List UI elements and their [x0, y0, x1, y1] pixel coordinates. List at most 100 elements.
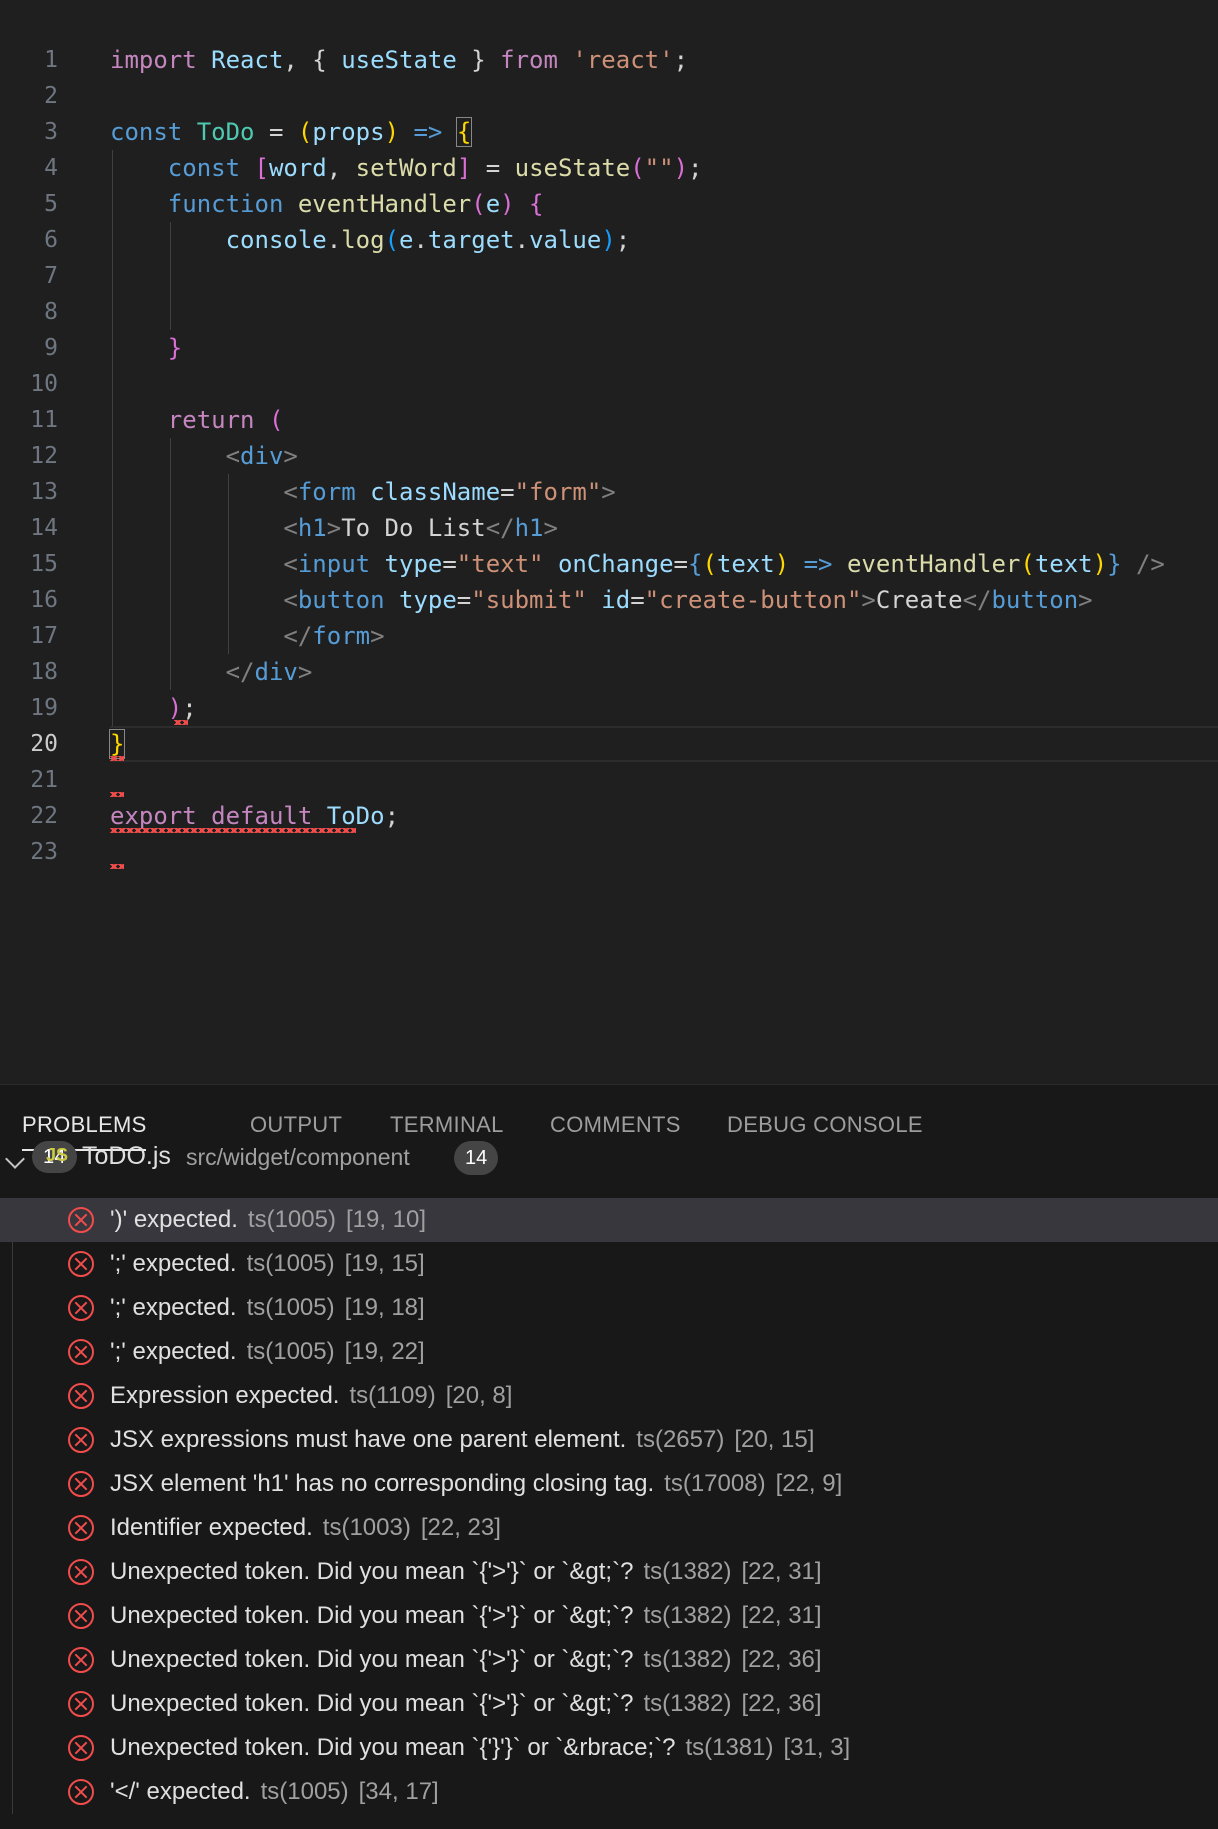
code-line[interactable]: 8 [0, 294, 1218, 330]
code-line[interactable]: 14 <h1>To Do List</h1> [0, 510, 1218, 546]
line-code[interactable]: const ToDo = (props) => { [110, 114, 473, 150]
problem-item[interactable]: ')' expected. ts(1005) [19, 10] [0, 1198, 1218, 1242]
line-number[interactable]: 20 [0, 726, 58, 762]
line-code[interactable]: <input type="text" onChange={(text) => e… [110, 546, 1164, 582]
code-line[interactable]: 5 function eventHandler(e) { [0, 186, 1218, 222]
problem-item[interactable]: Unexpected token. Did you mean `{'}'}` o… [0, 1726, 1218, 1770]
line-code[interactable]: return ( [110, 402, 284, 438]
line-code[interactable]: const [word, setWord] = useState(""); [110, 150, 703, 186]
code-line[interactable]: 9 } [0, 330, 1218, 366]
problem-item[interactable]: Unexpected token. Did you mean `{'>'}` o… [0, 1682, 1218, 1726]
problem-item[interactable]: Unexpected token. Did you mean `{'>'}` o… [0, 1594, 1218, 1638]
line-number[interactable]: 8 [0, 294, 58, 330]
code-token: input [297, 550, 371, 578]
code-line[interactable]: 2 [0, 78, 1218, 114]
code-line[interactable]: 23 [0, 834, 1218, 870]
code-token: const [110, 118, 183, 146]
line-code[interactable]: <button type="submit" id="create-button"… [110, 582, 1093, 618]
line-number[interactable]: 9 [0, 330, 58, 366]
chevron-down-icon[interactable] [5, 1149, 25, 1169]
line-number[interactable]: 1 [0, 42, 58, 78]
code-token: </ [283, 622, 313, 650]
line-number[interactable]: 13 [0, 474, 58, 510]
problem-item[interactable]: ';' expected. ts(1005) [19, 22] [0, 1330, 1218, 1374]
error-circle-icon [68, 1207, 94, 1233]
line-number[interactable]: 4 [0, 150, 58, 186]
problem-item[interactable]: JSX element 'h1' has no corresponding cl… [0, 1462, 1218, 1506]
code-token: e [485, 190, 501, 218]
code-token: word [268, 154, 327, 182]
problem-item[interactable]: ';' expected. ts(1005) [19, 15] [0, 1242, 1218, 1286]
problem-text: Identifier expected. ts(1003) [22, 23] [110, 1506, 501, 1550]
problem-item[interactable]: JSX expressions must have one parent ele… [0, 1418, 1218, 1462]
line-number[interactable]: 23 [0, 834, 58, 870]
code-line[interactable]: 4 const [word, setWord] = useState(""); [0, 150, 1218, 186]
code-line[interactable]: 12 <div> [0, 438, 1218, 474]
code-line[interactable]: 17 </form> [0, 618, 1218, 654]
line-code[interactable]: </div> [110, 654, 313, 690]
code-line[interactable]: 1 import React, { useState } from 'react'… [0, 42, 1218, 78]
line-number[interactable]: 7 [0, 258, 58, 294]
line-number[interactable]: 2 [0, 78, 58, 114]
line-number[interactable]: 18 [0, 654, 58, 690]
problem-item[interactable]: Identifier expected. ts(1003) [22, 23] [0, 1506, 1218, 1550]
code-token: div [254, 658, 298, 686]
code-line[interactable]: 18 </div> [0, 654, 1218, 690]
code-line[interactable]: 13 <form className="form"> [0, 474, 1218, 510]
code-token: } [167, 334, 183, 362]
code-line[interactable]: 16 <button type="submit" id="create-butt… [0, 582, 1218, 618]
problem-item[interactable]: Unexpected token. Did you mean `{'>'}` o… [0, 1550, 1218, 1594]
line-number[interactable]: 10 [0, 366, 58, 402]
line-code[interactable]: } [110, 330, 182, 366]
line-number[interactable]: 17 [0, 618, 58, 654]
problem-item[interactable]: Expression expected. ts(1109) [20, 8] [0, 1374, 1218, 1418]
code-token: h1 [514, 514, 544, 542]
problem-item[interactable]: ';' expected. ts(1005) [19, 18] [0, 1286, 1218, 1330]
code-line[interactable]: 10 [0, 366, 1218, 402]
problems-file-group[interactable]: JS ToDO.js src/widget/component 14 [0, 1140, 1218, 1180]
code-line[interactable]: 6 console.log(e.target.value); [0, 222, 1218, 258]
code-line[interactable]: 20} [0, 726, 1218, 762]
tab-label: PROBLEMS [22, 1112, 147, 1137]
line-code[interactable]: </form> [110, 618, 384, 654]
code-line[interactable]: 21 [0, 762, 1218, 798]
code-line[interactable]: 3 const ToDo = (props) => { [0, 114, 1218, 150]
code-line[interactable]: 15 <input type="text" onChange={(text) =… [0, 546, 1218, 582]
problem-code: ts(1382) [643, 1602, 732, 1629]
line-number[interactable]: 21 [0, 762, 58, 798]
line-number[interactable]: 19 [0, 690, 58, 726]
problem-code: ts(1382) [643, 1690, 732, 1717]
line-code[interactable]: <form className="form"> [110, 474, 615, 510]
problem-text: Unexpected token. Did you mean `{'>'}` o… [110, 1638, 822, 1682]
code-token: default [211, 802, 313, 830]
problem-code: ts(1382) [643, 1646, 732, 1673]
code-token: "create-button" [644, 586, 862, 614]
line-code[interactable]: <div> [110, 438, 298, 474]
line-code[interactable]: console.log(e.target.value); [110, 222, 631, 258]
error-circle-icon [68, 1603, 94, 1629]
code-token: export [110, 802, 197, 830]
line-code[interactable]: import React, { useState } from 'react'; [110, 42, 688, 78]
line-number[interactable]: 5 [0, 186, 58, 222]
line-number[interactable]: 22 [0, 798, 58, 834]
line-number[interactable]: 15 [0, 546, 58, 582]
problem-message: Expression expected. [110, 1382, 340, 1409]
code-editor[interactable]: 1 import React, { useState } from 'react'… [0, 0, 1218, 1084]
line-number[interactable]: 3 [0, 114, 58, 150]
line-number[interactable]: 16 [0, 582, 58, 618]
line-number[interactable]: 11 [0, 402, 58, 438]
problem-item[interactable]: Unexpected token. Did you mean `{'>'}` o… [0, 1638, 1218, 1682]
code-token: 'react' [572, 46, 674, 74]
line-code[interactable]: <h1>To Do List</h1> [110, 510, 558, 546]
code-line[interactable]: 7 [0, 258, 1218, 294]
line-code[interactable]: function eventHandler(e) { [110, 186, 544, 222]
code-token: } [108, 729, 126, 759]
code-lines[interactable]: 1 import React, { useState } from 'react'… [0, 42, 1218, 870]
problem-item[interactable]: '</' expected. ts(1005) [34, 17] [0, 1770, 1218, 1814]
code-token: > [1078, 586, 1093, 614]
code-line[interactable]: 11 return ( [0, 402, 1218, 438]
line-number[interactable]: 6 [0, 222, 58, 258]
line-number[interactable]: 12 [0, 438, 58, 474]
line-number[interactable]: 14 [0, 510, 58, 546]
